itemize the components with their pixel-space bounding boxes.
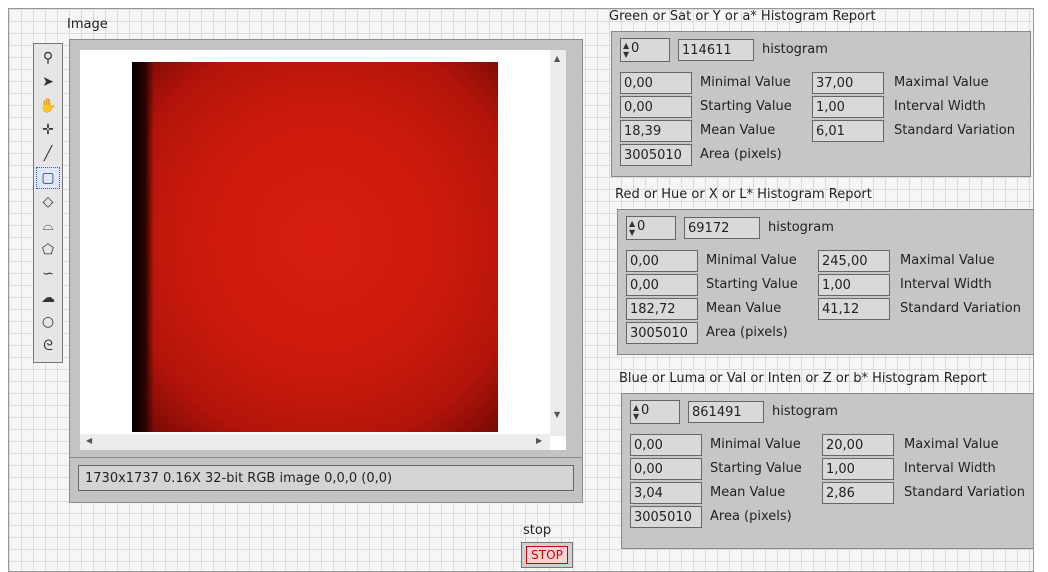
histogram-report-cluster: ▲▼ 0 861491 histogram 0,00 Minimal Value 20,00… [621,393,1033,549]
mean-value: 182,72 [626,298,698,320]
histogram-index-value[interactable]: 0 [637,219,645,234]
histogram-label: histogram [768,220,834,235]
histogram-label: histogram [772,404,838,419]
scroll-down-icon[interactable]: ▼ [554,410,560,419]
histogram-index-control[interactable]: ▲▼ 0 [620,38,670,62]
line-icon[interactable]: ╱ [36,143,60,165]
histogram-report-cluster: ▲▼ 0 114611 histogram 0,00 Minimal Value 37,00… [611,31,1031,177]
interval-value: 1,00 [818,274,890,296]
mean-value: 18,39 [620,120,692,142]
min-value: 0,00 [620,72,692,94]
freehand-line-icon[interactable]: ∽ [36,263,60,285]
interval-label: Interval Width [900,277,992,292]
pan-hand-icon[interactable]: ✋ [36,95,60,117]
min-label: Minimal Value [700,75,791,90]
image-display: ▲ ▼ ◀ ▶ [69,39,583,459]
report-title: Blue or Luma or Val or Inten or Z or b* … [619,371,987,386]
rotated-rect-icon[interactable]: ◇ [36,191,60,213]
histogram-index-value[interactable]: 0 [641,403,649,418]
histogram-array-value: 861491 [688,401,764,423]
interval-label: Interval Width [894,99,986,114]
stop-button[interactable]: STOP [521,542,573,568]
min-value: 0,00 [630,434,702,456]
scroll-right-icon[interactable]: ▶ [536,436,542,445]
red-image [132,62,498,432]
report-title: Red or Hue or X or L* Histogram Report [615,187,872,202]
min-value: 0,00 [626,250,698,272]
scroll-up-icon[interactable]: ▲ [554,54,560,63]
histogram-label: histogram [762,42,828,57]
image-label: Image [67,17,108,32]
front-panel: Image ⚲ ➤ ✋ ✛ ╱ ▢ ◇ ⌓ ⬠ ∽ ☁ ○ ᘓ ▲ ▼ ◀ ▶ 1730x1737 0.… [8,8,1034,572]
histogram-index-control[interactable]: ▲▼ 0 [630,400,680,424]
mean-label: Mean Value [700,123,776,138]
interval-label: Interval Width [904,461,996,476]
histogram-array-value: 69172 [684,217,760,239]
std-label: Standard Variation [904,485,1025,500]
stop-button-text[interactable]: STOP [526,546,568,564]
min-label: Minimal Value [710,437,801,452]
horizontal-scrollbar[interactable]: ◀ ▶ [80,434,550,450]
max-label: Maximal Value [894,75,989,90]
histogram-report-cluster: ▲▼ 0 69172 histogram 0,00 Minimal Value 245,00… [617,209,1033,355]
max-label: Maximal Value [904,437,999,452]
image-info-bar: 1730x1737 0.16X 32-bit RGB image 0,0,0 (… [69,457,583,503]
mean-label: Mean Value [710,485,786,500]
start-value: 0,00 [630,458,702,480]
area-value: 3005010 [626,322,698,344]
histogram-array-value: 114611 [678,39,754,61]
area-label: Area (pixels) [710,509,792,524]
max-label: Maximal Value [900,253,995,268]
vertical-scrollbar[interactable]: ▲ ▼ [550,50,566,436]
std-label: Standard Variation [900,301,1021,316]
std-value: 2,86 [822,482,894,504]
zoom-icon[interactable]: ⚲ [36,47,60,69]
area-value: 3005010 [630,506,702,528]
histogram-index-value[interactable]: 0 [631,41,639,56]
stop-label: stop [523,523,552,538]
start-label: Starting Value [710,461,802,476]
min-label: Minimal Value [706,253,797,268]
report-title: Green or Sat or Y or a* Histogram Report [609,9,876,24]
freehand-region-icon[interactable]: ☁ [36,287,60,309]
start-label: Starting Value [700,99,792,114]
max-value: 245,00 [818,250,890,272]
image-dark-edge [132,62,154,432]
spin-arrows-icon[interactable]: ▲▼ [633,403,641,421]
crosshair-icon[interactable]: ✛ [36,119,60,141]
start-label: Starting Value [706,277,798,292]
std-value: 6,01 [812,120,884,142]
mean-label: Mean Value [706,301,782,316]
spin-arrows-icon[interactable]: ▲▼ [629,219,637,237]
arrow-icon[interactable]: ➤ [36,71,60,93]
interval-value: 1,00 [822,458,894,480]
oval-icon[interactable]: ○ [36,311,60,333]
interval-value: 1,00 [812,96,884,118]
area-value: 3005010 [620,144,692,166]
broken-line-icon[interactable]: ᘓ [36,335,60,357]
rectangle-icon[interactable]: ▢ [36,167,60,189]
polygon-icon[interactable]: ⬠ [36,239,60,261]
std-label: Standard Variation [894,123,1015,138]
std-value: 41,12 [818,298,890,320]
max-value: 20,00 [822,434,894,456]
area-label: Area (pixels) [700,147,782,162]
tool-palette: ⚲ ➤ ✋ ✛ ╱ ▢ ◇ ⌓ ⬠ ∽ ☁ ○ ᘓ [33,43,63,363]
max-value: 37,00 [812,72,884,94]
area-label: Area (pixels) [706,325,788,340]
image-info-text: 1730x1737 0.16X 32-bit RGB image 0,0,0 (… [78,465,574,491]
mean-value: 3,04 [630,482,702,504]
histogram-index-control[interactable]: ▲▼ 0 [626,216,676,240]
scroll-left-icon[interactable]: ◀ [86,436,92,445]
spin-arrows-icon[interactable]: ▲▼ [623,41,631,59]
annulus-icon[interactable]: ⌓ [36,215,60,237]
start-value: 0,00 [626,274,698,296]
start-value: 0,00 [620,96,692,118]
image-viewport[interactable]: ▲ ▼ ◀ ▶ [80,50,566,450]
